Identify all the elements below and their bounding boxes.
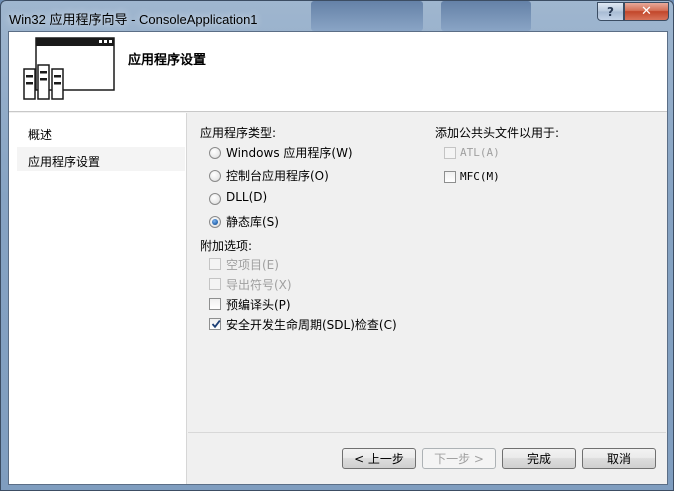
wizard-window-icon [23,37,115,100]
cancel-button[interactable]: 取消 [582,448,656,469]
checkbox-sdl-checks[interactable] [209,318,221,330]
checkbox-export-symbols-label[interactable]: 导出符号(X) [226,276,292,293]
page-title: 应用程序设置 [128,53,207,68]
finish-button[interactable]: 完成 [502,448,576,469]
close-button[interactable]: ✕ [624,2,669,21]
next-button[interactable]: 下一步 > [422,448,496,469]
settings-panel: 应用程序类型: Windows 应用程序(W) 控制台应用程序(O) DLL(D… [188,113,666,484]
wizard-nav: 概述 应用程序设置 [9,113,187,484]
radio-dll-label[interactable]: DLL(D) [226,190,267,204]
app-type-label: 应用程序类型: [200,126,277,140]
common-headers-label: 添加公共头文件以用于: [435,126,560,140]
radio-static-lib-label[interactable]: 静态库(S) [226,213,279,230]
checkbox-mfc[interactable] [444,171,456,183]
help-button[interactable]: ? [597,2,624,21]
nav-item-app-settings[interactable]: 应用程序设置 [28,153,100,170]
radio-static-lib[interactable] [209,216,221,228]
wizard-header: 应用程序设置 [9,32,667,112]
checkbox-precompiled-header-label[interactable]: 预编译头(P) [226,296,291,313]
help-icon: ? [607,4,614,19]
dialog-client-area: 应用程序设置 概述 应用程序设置 应用程序类型: Windows 应用程序(W)… [8,31,668,485]
prev-button[interactable]: < 上一步 [342,448,416,469]
extra-options-label: 附加选项: [200,239,253,253]
footer-divider [188,432,666,433]
checkbox-sdl-checks-label[interactable]: 安全开发生命周期(SDL)检查(C) [226,316,397,333]
radio-console-app[interactable] [209,170,221,182]
radio-windows-app[interactable] [209,147,221,159]
window-frame: Win32 应用程序向导 - ConsoleApplication1 ? ✕ 应… [0,0,674,491]
radio-console-app-label[interactable]: 控制台应用程序(O) [226,167,329,184]
checkmark-icon [211,320,221,329]
checkbox-atl-label[interactable]: ATL(A) [460,146,500,159]
nav-item-overview[interactable]: 概述 [28,126,52,143]
checkbox-export-symbols[interactable] [209,278,221,290]
checkbox-empty-project-label[interactable]: 空项目(E) [226,256,279,273]
radio-dll[interactable] [209,193,221,205]
radio-windows-app-label[interactable]: Windows 应用程序(W) [226,144,353,161]
checkbox-mfc-label[interactable]: MFC(M) [460,170,500,183]
checkbox-atl[interactable] [444,147,456,159]
close-icon: ✕ [641,4,652,19]
title-bar[interactable]: Win32 应用程序向导 - ConsoleApplication1 ? ✕ [1,1,674,31]
checkbox-precompiled-header[interactable] [209,298,221,310]
window-title: Win32 应用程序向导 - ConsoleApplication1 [9,12,258,27]
checkbox-empty-project[interactable] [209,258,221,270]
